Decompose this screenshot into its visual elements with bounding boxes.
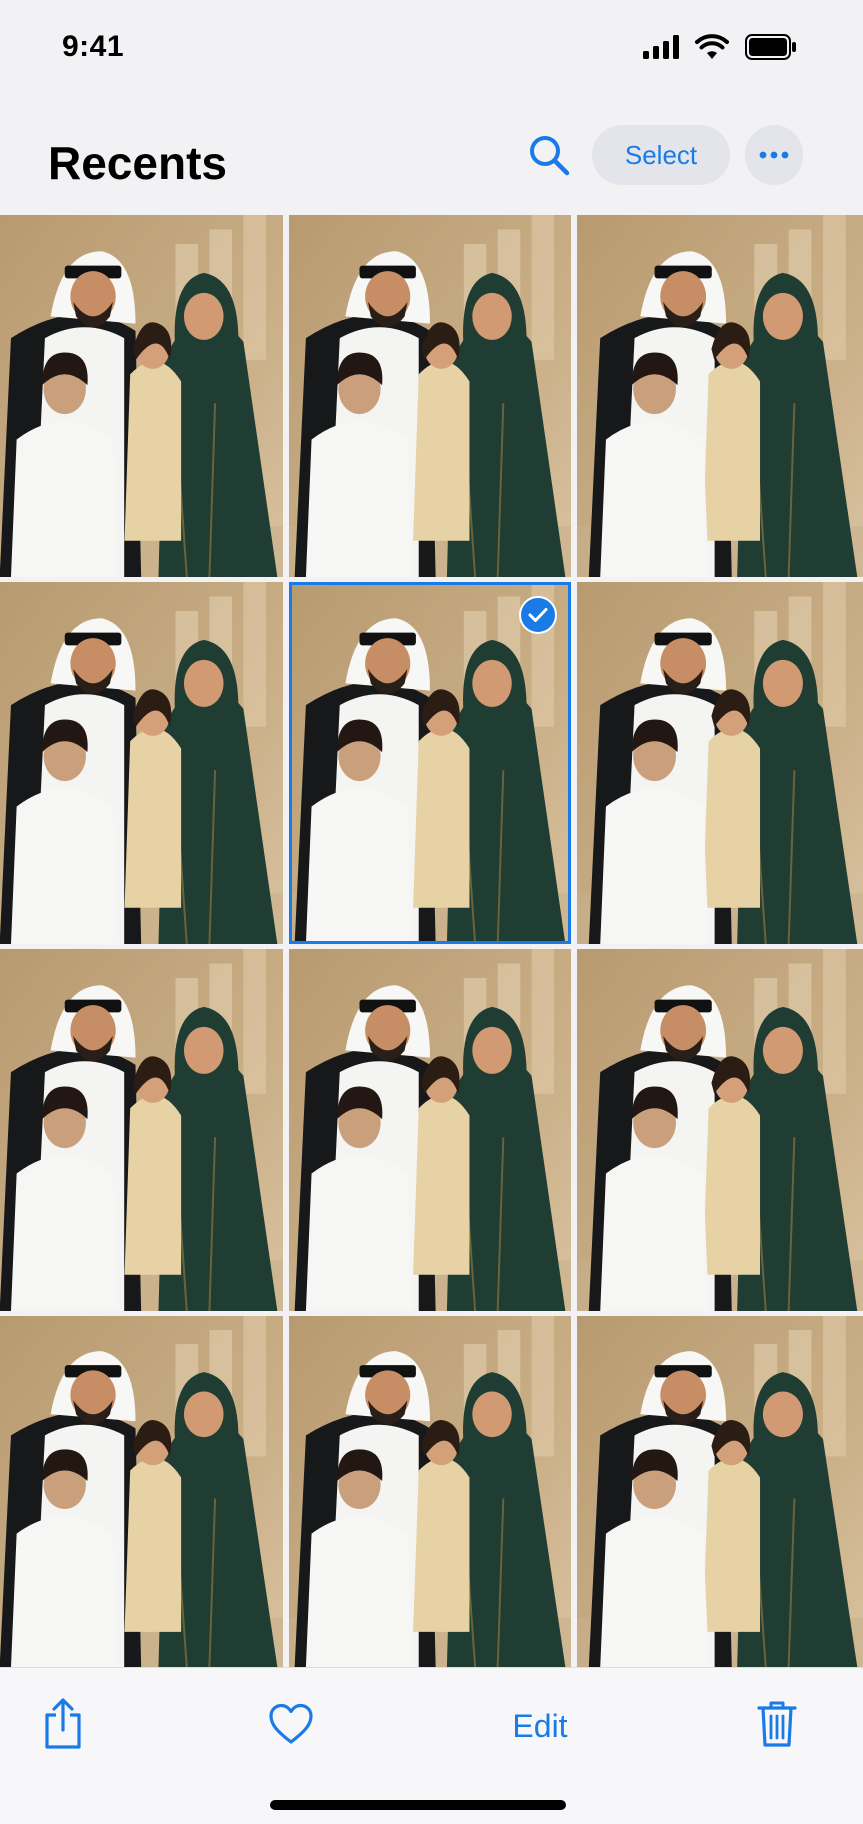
edit-button[interactable]: Edit: [500, 1694, 580, 1758]
photo-thumbnail[interactable]: [0, 215, 283, 577]
photo-thumbnail[interactable]: [577, 582, 863, 944]
share-button[interactable]: [38, 1694, 88, 1758]
bottom-toolbar: Edit: [0, 1667, 863, 1824]
photo-thumbnail[interactable]: [577, 215, 863, 577]
status-time: 9:41: [62, 30, 125, 63]
favorite-button[interactable]: [266, 1694, 316, 1758]
delete-button[interactable]: [754, 1694, 800, 1758]
cellular-signal-icon: [643, 35, 679, 64]
battery-icon: [745, 34, 797, 65]
more-icon: [759, 146, 789, 164]
photo-thumbnail[interactable]: [289, 582, 571, 944]
select-button[interactable]: Select: [592, 125, 730, 185]
photo-thumbnail[interactable]: [577, 949, 863, 1311]
photo-thumbnail[interactable]: [577, 1316, 863, 1667]
photo-thumbnail[interactable]: [0, 1316, 283, 1667]
photo-thumbnail[interactable]: [289, 949, 571, 1311]
header: Recents Select: [0, 110, 863, 210]
photo-thumbnail[interactable]: [0, 949, 283, 1311]
more-button[interactable]: [745, 125, 803, 185]
search-button[interactable]: [522, 130, 576, 184]
photo-grid: [0, 215, 863, 1667]
photo-thumbnail[interactable]: [289, 1316, 571, 1667]
photo-thumbnail[interactable]: [0, 582, 283, 944]
search-icon: [527, 133, 571, 182]
checkmark-icon: [519, 596, 557, 634]
trash-icon: [757, 1699, 797, 1754]
photo-thumbnail[interactable]: [289, 215, 571, 577]
status-bar: 9:41: [0, 0, 863, 100]
home-indicator: [270, 1800, 566, 1810]
wifi-icon: [695, 34, 729, 65]
heart-icon: [268, 1703, 314, 1750]
page-title: Recents: [48, 137, 227, 189]
status-icons: [643, 34, 797, 65]
share-icon: [42, 1697, 84, 1755]
